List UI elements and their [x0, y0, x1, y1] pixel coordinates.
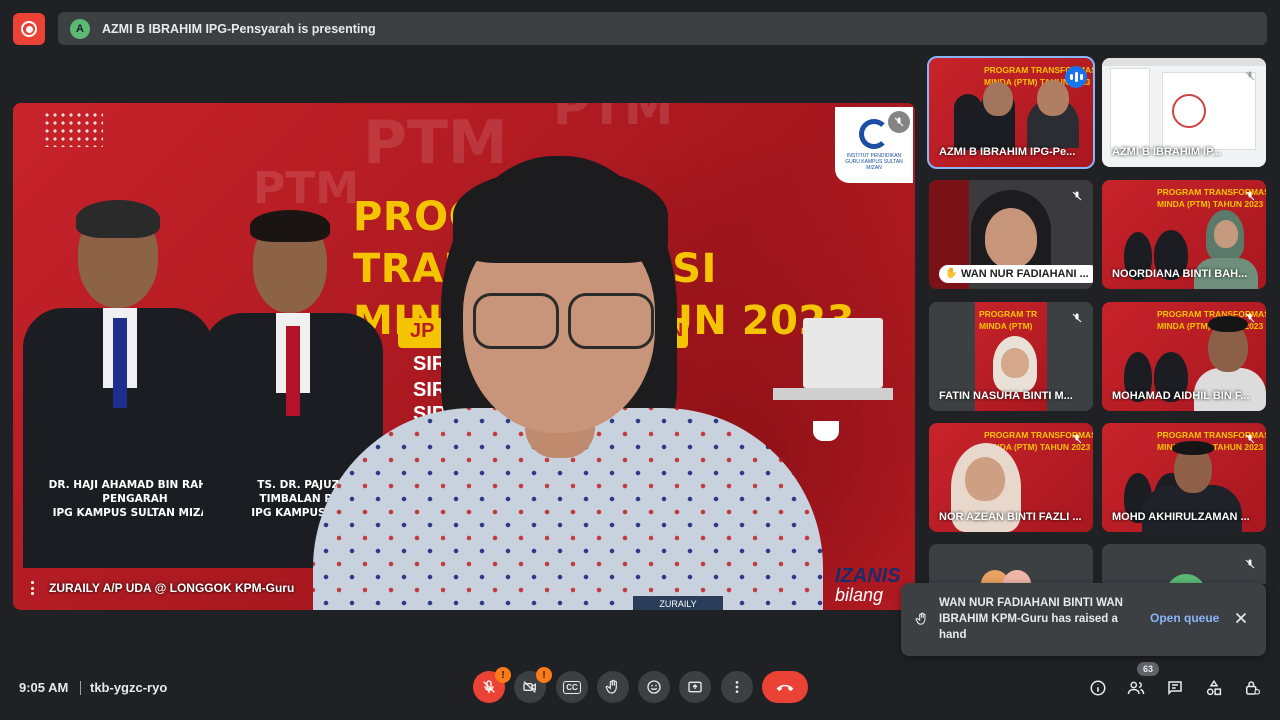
mic-off-icon [1242, 68, 1258, 84]
ipg-logo-mark [859, 119, 889, 149]
hang-up-icon [776, 684, 794, 692]
presenting-text: AZMI B IBRAHIM IPG-Pensyarah is presenti… [102, 21, 376, 36]
tile-participant-name: NOORDIANA BINTI BAH... [1112, 268, 1248, 280]
camera-warning-badge: ! [536, 667, 552, 683]
recording-indicator[interactable] [13, 13, 45, 45]
lock-person-icon [1246, 681, 1261, 695]
mic-off-icon [483, 680, 495, 693]
presenting-banner: A AZMI B IBRAHIM IPG-Pensyarah is presen… [58, 12, 1267, 45]
tile-participant-name: AZMI B IBRAHIM IPG-Pe... [939, 146, 1076, 158]
record-icon [21, 21, 37, 37]
tile-participant-name: AZMI B IBRAHIM IP... [1112, 146, 1222, 158]
mic-off-icon [1242, 310, 1258, 326]
tile-participant-name: FATIN NASUHA BINTI M... [939, 390, 1073, 402]
info-icon [1090, 680, 1106, 696]
emoji-reactions-button[interactable] [638, 671, 670, 703]
slide-watermark: PTM [553, 103, 674, 136]
presenter-video: ZURAILY [313, 148, 823, 610]
participant-tile[interactable]: AZMI B IBRAHIM IP... [1102, 58, 1266, 167]
ipg-logo-text: INSTITUT PENDIDIKAN GURU KAMPUS SULTAN M… [845, 153, 903, 171]
people-icon [1127, 681, 1145, 695]
mic-off-icon [1242, 556, 1258, 572]
more-vert-icon [735, 681, 739, 693]
mic-off-icon [1069, 431, 1085, 447]
hand-icon [605, 679, 617, 694]
presenter-nametag: ZURAILY [633, 596, 723, 610]
hand-raised-label: ✋ WAN NUR FADIAHANI ... [939, 265, 1093, 283]
people-button[interactable] [1124, 676, 1148, 700]
meeting-details-button[interactable] [1086, 676, 1110, 700]
participant-tile[interactable]: PROGRAM TRANSFORMASIMINDA (PTM) TAHUN 20… [927, 56, 1095, 169]
participant-tile[interactable]: PROGRAM TRANSFORMASIMINDA (PTM) TAHUN 20… [1102, 423, 1266, 532]
participant-tile[interactable]: ✋ WAN NUR FADIAHANI ... [929, 180, 1093, 289]
raise-hand-button[interactable] [597, 671, 629, 703]
participant-tile[interactable]: PROGRAM TRANSFORMASIMINDA (PTM) TAHUN 20… [1102, 302, 1266, 411]
close-icon[interactable] [1232, 609, 1250, 632]
tile-slide-title: PROGRAM TR MINDA (PTM) [979, 309, 1038, 331]
hand-icon [915, 611, 929, 632]
tile-participant-name: MOHAMAD AIDHIL BIN F... [1112, 390, 1250, 402]
emoji-icon [647, 680, 661, 694]
more-options-button[interactable] [721, 671, 753, 703]
mic-off-icon [1069, 188, 1085, 204]
participant-count-badge: 63 [1137, 662, 1159, 676]
activities-button[interactable] [1202, 676, 1226, 700]
mic-off-icon [888, 111, 910, 133]
main-presentation-tile[interactable]: PTM PTM PTM INSTITUT PENDIDIKAN GURU KAM… [13, 103, 915, 610]
camera-off-icon [523, 681, 536, 693]
slide-brand-sub: bilang [835, 585, 884, 605]
tile-participant-name: NOR AZEAN BINTI FAZLI ... [939, 511, 1082, 523]
mic-toggle-button[interactable]: ! [473, 667, 511, 703]
speaking-indicator-icon [1065, 66, 1087, 88]
present-icon [688, 681, 702, 693]
main-participant-name: ZURAILY A/P UDA @ LONGGOK KPM-Guru [49, 581, 295, 595]
glasses-icon [473, 293, 559, 349]
captions-icon: CC [563, 680, 581, 694]
divider [80, 681, 81, 695]
slide-dot-pattern [43, 111, 103, 147]
mic-off-icon [1069, 310, 1085, 326]
participant-tile[interactable]: PROGRAM TR MINDA (PTM) FATIN NASUHA BINTI… [929, 302, 1093, 411]
main-participant-label: ZURAILY A/P UDA @ LONGGOK KPM-Guru [25, 581, 294, 595]
notification-message: WAN NUR FADIAHANI BINTI WAN IBRAHIM KPM-… [939, 597, 1123, 641]
participant-tile[interactable]: PROGRAM TRANSFORMASIMINDA (PTM) TAHUN 20… [1102, 180, 1266, 289]
participant-tile[interactable]: PROGRAM TRANSFORMASIMINDA (PTM) TAHUN 20… [929, 423, 1093, 532]
mic-off-icon [1242, 431, 1258, 447]
meeting-code: tkb-ygzc-ryo [90, 680, 168, 695]
tile-participant-name: WAN NUR FADIAHANI ... [961, 268, 1089, 280]
shapes-icon [1206, 679, 1222, 696]
glasses-icon [568, 293, 654, 349]
hand-raised-notification: WAN NUR FADIAHANI BINTI WAN IBRAHIM KPM-… [901, 583, 1266, 656]
tile-participant-name: MOHD AKHIRULZAMAN ... [1112, 511, 1250, 523]
leave-call-button[interactable] [762, 671, 808, 703]
mic-off-icon [1242, 188, 1258, 204]
presenter-avatar: A [70, 18, 90, 39]
chat-icon [1168, 681, 1182, 696]
open-queue-button[interactable]: Open queue [1150, 611, 1219, 625]
participant-tile[interactable] [929, 544, 1093, 584]
chat-button[interactable] [1163, 676, 1187, 700]
mic-warning-badge: ! [495, 667, 511, 683]
present-screen-button[interactable] [679, 671, 711, 703]
meeting-time: 9:05 AM [19, 680, 69, 695]
camera-toggle-button[interactable]: ! [514, 667, 552, 703]
more-options-icon[interactable] [25, 581, 39, 595]
participant-tile[interactable] [1102, 544, 1266, 584]
captions-button[interactable]: CC [556, 671, 588, 703]
host-controls-button[interactable] [1240, 676, 1264, 700]
presenter-bangs [453, 168, 668, 263]
hand-icon: ✋ [945, 268, 958, 279]
